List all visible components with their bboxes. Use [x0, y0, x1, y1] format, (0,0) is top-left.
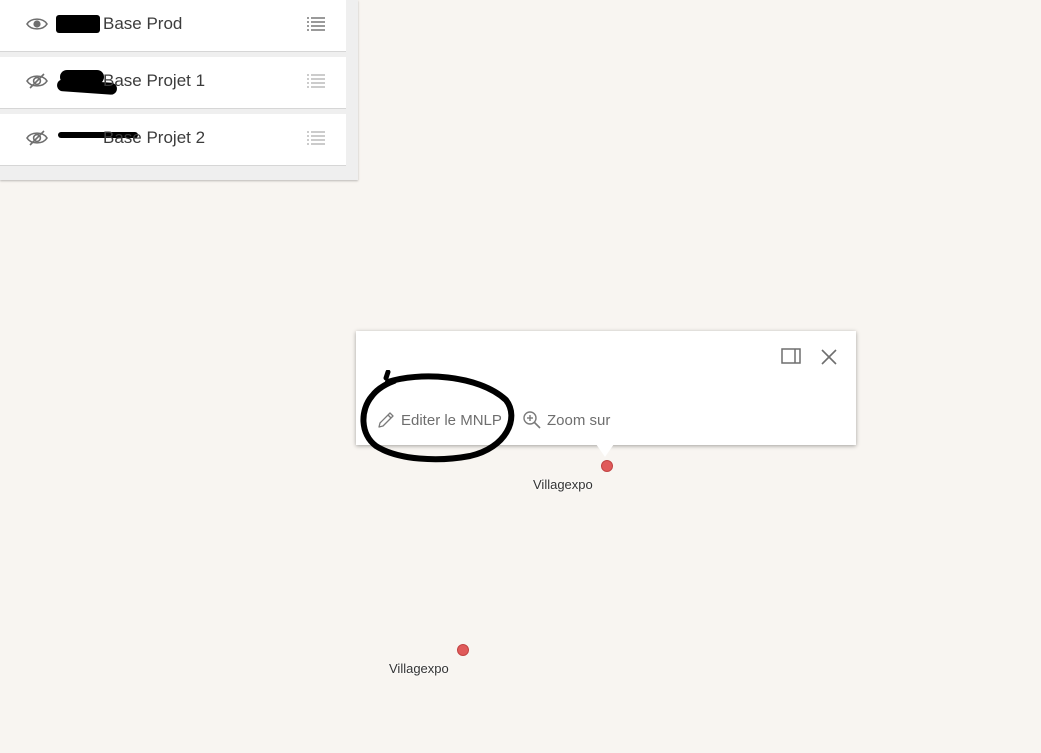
feature-point[interactable] — [601, 460, 613, 472]
eye-off-icon[interactable] — [26, 129, 48, 147]
eye-icon[interactable] — [26, 15, 48, 33]
list-menu-icon[interactable] — [306, 72, 326, 90]
layer-item[interactable]: Base Prod — [0, 0, 346, 52]
close-icon[interactable] — [818, 346, 840, 368]
edit-mnlp-label: Editer le MNLP — [401, 411, 502, 429]
layer-item[interactable]: Base Projet 2 — [0, 114, 346, 166]
edit-mnlp-action[interactable]: Editer le MNLP — [376, 409, 502, 431]
dock-icon[interactable] — [780, 346, 802, 366]
feature-point[interactable] — [457, 644, 469, 656]
list-menu-icon[interactable] — [306, 129, 326, 147]
feature-popup: Editer le MNLP Zoom sur — [356, 331, 856, 457]
eye-off-icon[interactable] — [26, 72, 48, 90]
feature-label: Villagexpo — [533, 477, 593, 492]
layer-label: Base Prod — [103, 14, 183, 33]
layer-list-panel: Base Prod Base Projet 1 Base Projet 2 — [0, 0, 358, 180]
popup-pointer — [596, 444, 614, 457]
zoom-to-action[interactable]: Zoom sur — [522, 409, 610, 431]
layer-label: Base Projet 2 — [103, 128, 206, 147]
list-menu-icon[interactable] — [306, 15, 326, 33]
zoom-in-icon — [523, 411, 541, 429]
zoom-to-label: Zoom sur — [547, 411, 611, 429]
layer-label: Base Projet 1 — [103, 71, 206, 90]
layer-item[interactable]: Base Projet 1 — [0, 57, 346, 109]
feature-label: Villagexpo — [389, 661, 449, 676]
pencil-icon — [378, 412, 394, 428]
redaction-mark — [56, 15, 100, 33]
